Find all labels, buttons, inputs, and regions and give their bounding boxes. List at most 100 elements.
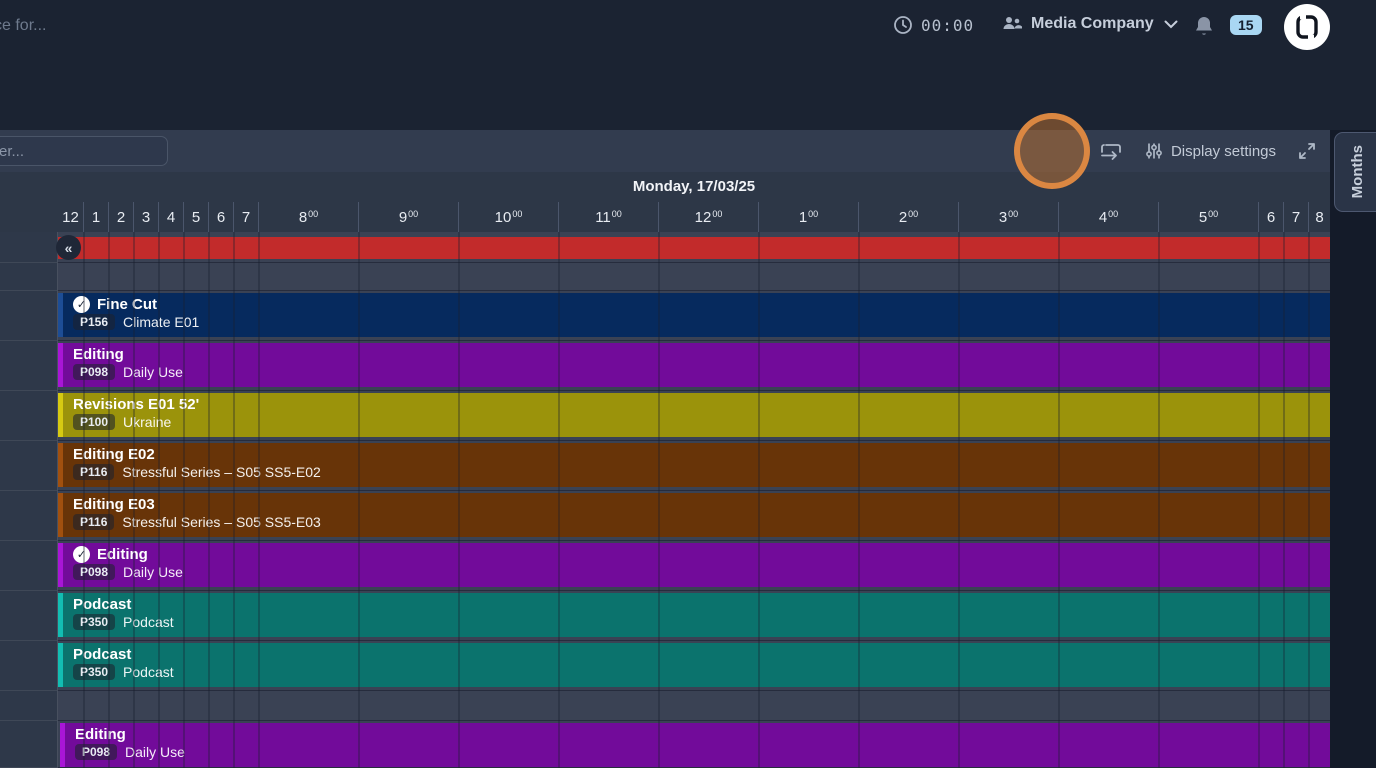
unavailability-marker-bar[interactable] [58,237,1330,259]
schedule-row [0,691,1330,721]
booking-subtitle: Daily Use [123,564,183,580]
schedule-row: « [0,232,1330,263]
schedule-row: EditingP098Daily Use [0,341,1330,391]
booking-subtitle: Daily Use [125,744,185,760]
row-track: Editing E02P116 Stressful Series – S05 SS… [58,441,1330,491]
hour-label: 4 [158,202,183,232]
booking-title: Podcast [73,596,131,613]
row-track: ✓ EditingP098 Daily Use [58,541,1330,591]
notifications-button[interactable] [1194,15,1214,37]
hour-scale: 1212345678009001000110012001002003004005… [58,202,1330,232]
project-code-badge: P350 [73,614,115,630]
row-track [58,263,1330,291]
booking-title: Revisions E01 52' [73,396,199,413]
resource-cell [0,291,58,341]
notification-count-badge: 15 [1230,15,1262,35]
collapse-button[interactable]: « [56,235,81,260]
resource-cell [0,541,58,591]
time-value: 00:00 [921,16,974,35]
booking-subtitle: Climate E01 [123,314,199,330]
booking-bar[interactable]: Revisions E01 52'P100Ukraine [58,393,1330,437]
booking-bar[interactable]: EditingP098 Daily Use [60,723,1330,767]
main-area: Display settings Monday, 17/03/25 121234… [0,130,1376,768]
booking-bar[interactable]: EditingP098Daily Use [58,343,1330,387]
resource-cell [0,441,58,491]
booking-subtitle: Podcast [123,664,174,680]
hour-label: 3 [133,202,158,232]
hour-label: 7 [233,202,258,232]
row-track: Editing E03P116 Stressful Series – S05 SS… [58,491,1330,541]
project-code-badge: P156 [73,314,115,330]
schedule-toolbar: 17.03.2025 [0,55,1376,130]
row-track: PodcastP350Podcast [58,641,1330,691]
row-track [58,691,1330,721]
hour-label: 800 [258,202,358,232]
hour-label: 5 [183,202,208,232]
project-code-badge: P098 [75,744,117,760]
schedule-row [0,263,1330,291]
timeline-body: «✓Fine CutP156Climate E01EditingP098Dail… [0,232,1330,768]
confirmed-check-icon: ✓ [73,546,90,563]
hour-label: 6 [208,202,233,232]
tab-months[interactable]: Months [1334,132,1376,212]
hour-label: 1 [83,202,108,232]
hour-label: 1000 [458,202,558,232]
months-tab-label: Months [1349,145,1366,198]
resource-cell [0,232,58,263]
schedule-rows: «✓Fine CutP156Climate E01EditingP098Dail… [0,232,1330,768]
hour-label: 200 [858,202,958,232]
tracked-time: 00:00 [893,15,974,35]
app-logo-icon [1293,13,1321,41]
display-settings-button[interactable]: Display settings [1145,142,1276,160]
booking-bar[interactable]: PodcastP350Podcast [58,593,1330,637]
display-settings-label: Display settings [1171,143,1276,160]
resource-cell [0,641,58,691]
schedule-row: PodcastP350Podcast [0,641,1330,691]
project-code-badge: P116 [73,514,114,530]
project-code-badge: P098 [73,564,115,580]
project-code-badge: P116 [73,464,114,480]
schedule-row: PodcastP350Podcast [0,591,1330,641]
company-selector[interactable]: Media Company [1001,14,1178,34]
timeline-header: Monday, 17/03/25 12123456780090010001100… [0,172,1330,232]
schedule-row: ✓Fine CutP156Climate E01 [0,291,1330,341]
booking-bar[interactable]: ✓Fine CutP156Climate E01 [58,293,1330,337]
fullscreen-button[interactable] [1298,142,1316,160]
booking-title: Editing E03 [73,496,155,513]
hour-label: 400 [1058,202,1158,232]
clock-icon [893,15,913,35]
hour-label: 6 [1258,202,1283,232]
booking-title: Editing [97,546,148,563]
fit-width-button[interactable] [1101,141,1123,161]
hour-label: 900 [358,202,458,232]
user-avatar[interactable] [1284,4,1330,50]
booking-title: Editing E02 [73,446,155,463]
booking-bar[interactable]: Editing E03P116 Stressful Series – S05 SS… [58,493,1330,537]
row-track: « [58,232,1330,263]
schedule-row: EditingP098 Daily Use [0,721,1330,768]
timeline-pane: Display settings Monday, 17/03/25 121234… [0,130,1330,768]
project-code-badge: P350 [73,664,115,680]
resource-cell [0,491,58,541]
booking-subtitle: Stressful Series – S05 SS5-E03 [122,514,320,530]
resource-cell [0,391,58,441]
hour-label: 8 [1308,202,1330,232]
hour-label: 500 [1158,202,1258,232]
hour-label: 100 [758,202,858,232]
row-track: EditingP098Daily Use [58,341,1330,391]
schedule-row: Editing E02P116 Stressful Series – S05 SS… [0,441,1330,491]
booking-subtitle: Stressful Series – S05 SS5-E02 [122,464,320,480]
resource-cell [0,691,58,721]
schedule-row: Editing E03P116 Stressful Series – S05 SS… [0,491,1330,541]
booking-title: Editing [75,726,126,743]
resource-cell [0,263,58,291]
filter-input[interactable] [0,136,168,166]
booking-subtitle: Ukraine [123,414,171,430]
booking-bar[interactable]: Editing E02P116 Stressful Series – S05 SS… [58,443,1330,487]
booking-bar[interactable]: ✓ EditingP098 Daily Use [58,543,1330,587]
resource-cell [0,341,58,391]
global-search-input[interactable]: ce for... [0,17,46,35]
booking-bar[interactable]: PodcastP350Podcast [58,643,1330,687]
hour-label: 2 [108,202,133,232]
filter-bar: Display settings [0,130,1330,172]
